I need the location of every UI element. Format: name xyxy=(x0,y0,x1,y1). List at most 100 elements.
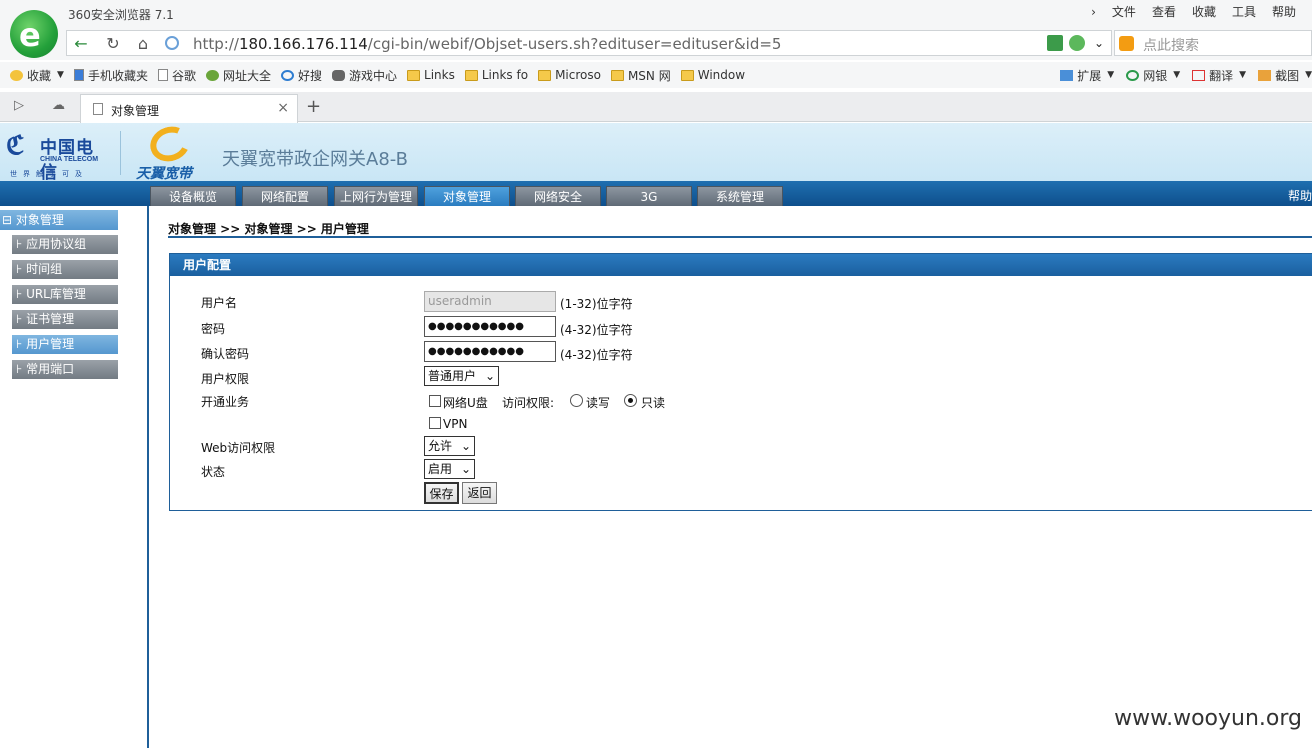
sidebar: ⊟ 对象管理 ⊦ 应用协议组 ⊦ 时间组 ⊦ URL库管理 ⊦ 证书管理 ⊦ 用… xyxy=(0,206,149,748)
cloud-icon[interactable]: ☁ xyxy=(52,98,65,113)
netdisk-checkbox[interactable] xyxy=(429,395,441,407)
read-only-label: 只读 xyxy=(641,396,666,410)
menu-file[interactable]: 文件 xyxy=(1104,4,1144,20)
folder-icon xyxy=(680,69,694,81)
netdisk-label: 网络U盘 xyxy=(443,396,488,410)
bookmark-mobile[interactable]: 手机收藏夹 xyxy=(73,67,148,84)
help-link[interactable]: 帮助 xyxy=(1288,187,1312,204)
search-engine-icon[interactable] xyxy=(1119,36,1134,51)
chevron-down-icon[interactable]: ▼ xyxy=(57,70,64,80)
role-label: 用户权限 xyxy=(201,372,250,386)
url-text[interactable]: http://180.166.176.114/cgi-bin/webif/Obj… xyxy=(193,35,781,53)
sidebar-item-url-library[interactable]: ⊦ URL库管理 xyxy=(12,285,118,304)
vpn-label: VPN xyxy=(443,417,468,431)
menu-help[interactable]: 帮助 xyxy=(1264,4,1304,20)
tianyi-logo: 天翼宽带 xyxy=(136,121,206,182)
tab-overview[interactable]: 设备概览 xyxy=(150,186,236,206)
toolbar-translate[interactable]: 翻译 ▼ xyxy=(1192,67,1246,84)
menu-view[interactable]: 查看 xyxy=(1144,4,1184,20)
bank-icon xyxy=(1126,69,1140,81)
menu-favorites[interactable]: 收藏 xyxy=(1184,4,1224,20)
back-arrow-icon[interactable]: ← xyxy=(71,34,91,54)
leaf-icon[interactable] xyxy=(1069,35,1085,51)
folder-icon xyxy=(610,69,624,81)
sidebar-item-ports[interactable]: ⊦ 常用端口 xyxy=(12,360,118,379)
confirm-password-label: 确认密码 xyxy=(201,347,250,361)
tab-system[interactable]: 系统管理 xyxy=(697,186,783,206)
toolbar-bank[interactable]: 网银 ▼ xyxy=(1126,67,1180,84)
bookmark-hao[interactable]: 网址大全 xyxy=(205,67,271,84)
sidebar-item-users[interactable]: ⊦ 用户管理 xyxy=(12,335,118,354)
globe-icon xyxy=(205,69,219,81)
tab-security[interactable]: 网络安全 xyxy=(515,186,601,206)
chevron-down-icon[interactable]: ▼ xyxy=(1107,70,1114,80)
tab-objects[interactable]: 对象管理 xyxy=(424,186,510,206)
read-only-radio[interactable] xyxy=(624,394,637,407)
main-nav: 设备概览 网络配置 上网行为管理 对象管理 网络安全 3G 系统管理 帮助 xyxy=(0,181,1312,206)
tab-behavior[interactable]: 上网行为管理 xyxy=(334,186,418,206)
watermark: www.wooyun.org xyxy=(1114,706,1302,731)
sidebar-item-time-group[interactable]: ⊦ 时间组 xyxy=(12,260,118,279)
chevron-down-icon[interactable]: ▼ xyxy=(1173,70,1180,80)
chevron-down-icon: ⌄ xyxy=(460,439,471,453)
chevron-down-icon[interactable]: ▼ xyxy=(1305,70,1312,80)
bookmark-links[interactable]: Links xyxy=(407,68,455,82)
back-button[interactable]: 返回 xyxy=(462,482,497,504)
menu-tools[interactable]: 工具 xyxy=(1224,4,1264,20)
bookmark-window[interactable]: Window xyxy=(680,68,745,82)
refresh-icon[interactable]: ↻ xyxy=(103,34,123,54)
status-select[interactable]: 启用 ⌄ xyxy=(424,459,475,479)
tab-3g[interactable]: 3G xyxy=(606,186,692,206)
close-icon[interactable]: × xyxy=(277,100,289,116)
dropdown-icon[interactable]: ⌄ xyxy=(1091,35,1107,51)
address-bar[interactable]: ← ↻ ⌂ http://180.166.176.114/cgi-bin/web… xyxy=(66,30,1112,56)
bookmark-msn[interactable]: MSN 网 xyxy=(610,67,671,84)
china-telecom-logo: ℭ 中国电信 CHINA TELECOM 世界触手可及 xyxy=(6,131,99,183)
read-write-radio[interactable] xyxy=(570,394,583,407)
browser-tab-active[interactable]: 对象管理 × xyxy=(80,94,298,123)
browser-title: 360安全浏览器 7.1 xyxy=(68,8,174,22)
bookmark-links-fo[interactable]: Links fo xyxy=(464,68,528,82)
bookmark-games[interactable]: 游戏中心 xyxy=(332,67,397,84)
save-button[interactable]: 保存 xyxy=(424,482,459,504)
product-title: 天翼宽带政企网关A8-B xyxy=(222,149,408,170)
translate-icon xyxy=(1192,69,1206,81)
chevron-down-icon: ⌄ xyxy=(460,462,471,476)
sidebar-item-app-protocol[interactable]: ⊦ 应用协议组 xyxy=(12,235,118,254)
search-input[interactable]: 点此搜索 xyxy=(1114,30,1312,56)
tab-network[interactable]: 网络配置 xyxy=(242,186,328,206)
chevron-right-icon[interactable]: › xyxy=(1083,4,1104,20)
browser-logo: e xyxy=(10,10,58,58)
folder-icon xyxy=(538,69,552,81)
sidebar-item-certificates[interactable]: ⊦ 证书管理 xyxy=(12,310,118,329)
site-icon xyxy=(165,36,179,50)
gamepad-icon xyxy=(332,69,345,81)
user-config-panel: 用户配置 用户名 useradmin (1-32)位字符 密码 ●●●●●●●●… xyxy=(169,253,1312,511)
vpn-checkbox[interactable] xyxy=(429,417,441,429)
home-icon[interactable]: ⌂ xyxy=(133,34,153,54)
bookmark-google[interactable]: 谷歌 xyxy=(157,67,196,84)
chevron-down-icon[interactable]: ▼ xyxy=(1239,70,1246,80)
phone-icon xyxy=(73,69,84,81)
password-label: 密码 xyxy=(201,322,226,336)
panel-title: 用户配置 xyxy=(170,254,1312,276)
page-icon xyxy=(93,103,103,115)
bookmark-microso[interactable]: Microso xyxy=(538,68,601,82)
new-tab-button[interactable]: + xyxy=(306,96,321,117)
sidebar-toggle-icon[interactable]: ▷ xyxy=(14,98,24,113)
bookmark-favorites[interactable]: 收藏 ▼ xyxy=(10,67,64,84)
extensions-icon xyxy=(1060,69,1074,81)
role-select[interactable]: 普通用户 ⌄ xyxy=(424,366,499,386)
toolbar-extensions[interactable]: 扩展 ▼ xyxy=(1060,67,1114,84)
confirm-password-hint: (4-32)位字符 xyxy=(560,348,633,362)
bookmark-haosou[interactable]: 好搜 xyxy=(280,67,322,84)
status-label: 状态 xyxy=(201,465,226,479)
collapse-icon[interactable]: ⊟ xyxy=(2,213,16,227)
confirm-password-field[interactable]: ●●●●●●●●●●● xyxy=(424,341,556,362)
web-access-select[interactable]: 允许 ⌄ xyxy=(424,436,475,456)
scissors-icon xyxy=(1258,69,1272,81)
password-field[interactable]: ●●●●●●●●●●● xyxy=(424,316,556,337)
sidebar-root[interactable]: ⊟ 对象管理 xyxy=(0,210,118,230)
qr-code-icon[interactable] xyxy=(1047,35,1063,51)
toolbar-screenshot[interactable]: 截图 ▼ xyxy=(1258,67,1312,84)
